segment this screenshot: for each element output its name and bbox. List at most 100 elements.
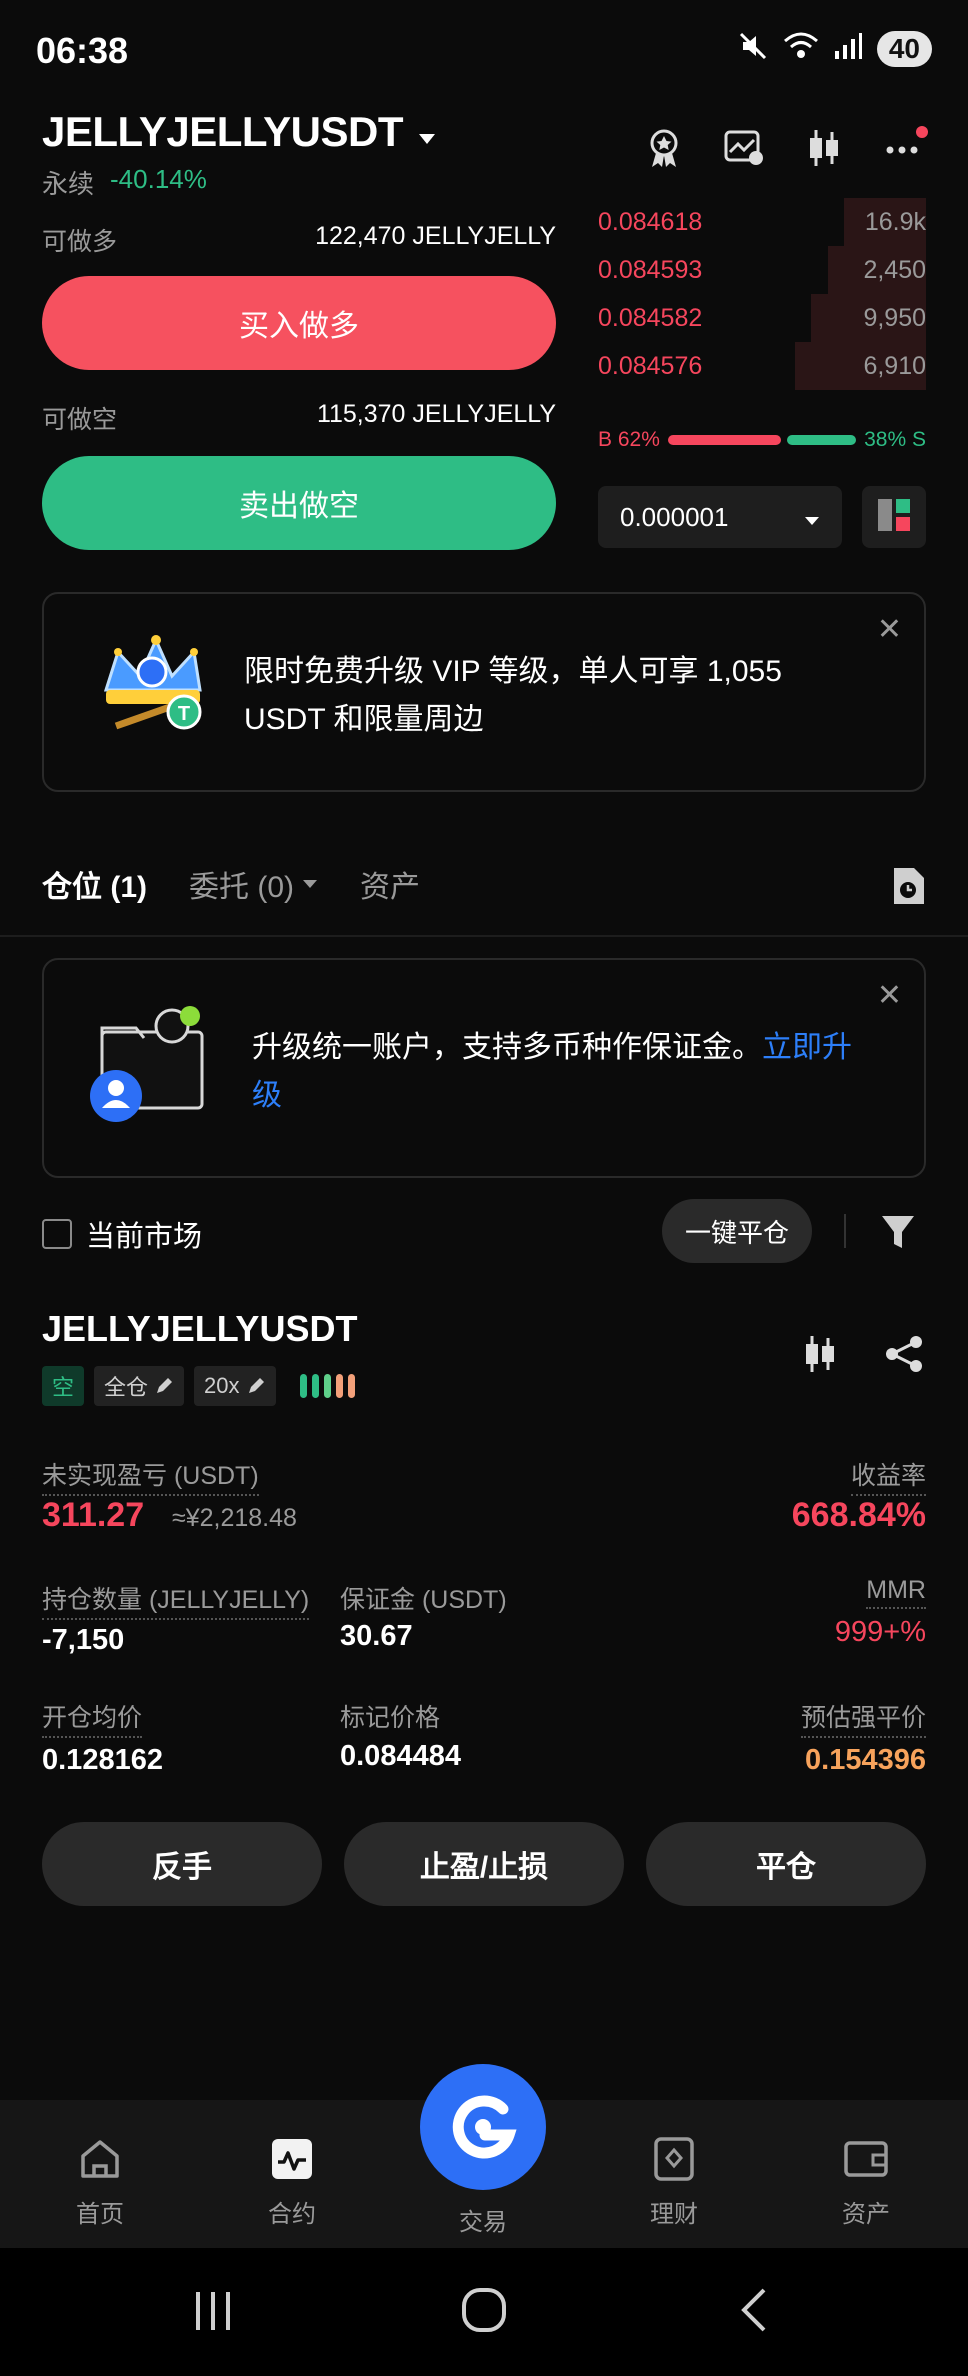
candlestick-icon[interactable] <box>798 1332 842 1376</box>
unified-account-banner[interactable]: 升级统一账户，支持多币种作保证金。立即升级 ✕ <box>42 958 926 1178</box>
mute-icon <box>737 30 769 67</box>
position-size-label: 持仓数量 (JELLYJELLY) <box>42 1580 310 1620</box>
pair-selector[interactable]: JELLYJELLYUSDT <box>42 108 437 156</box>
tp-sl-button[interactable]: 止盈/止损 <box>344 1822 624 1906</box>
share-icon[interactable] <box>882 1332 926 1376</box>
unrealized-pnl-cny: ≈¥2,218.48 <box>172 1504 297 1532</box>
position-size-value: -7,150 <box>42 1624 125 1656</box>
unrealized-pnl-label: 未实现盈亏 (USDT) <box>42 1456 259 1496</box>
futures-icon <box>272 2139 312 2179</box>
mark-price-label: 标记价格 <box>340 1704 441 1732</box>
margin-mode-label: 全仓 <box>104 1375 149 1400</box>
back-icon[interactable] <box>736 2286 772 2339</box>
wallet-icon <box>844 2141 888 2177</box>
recent-apps-icon[interactable] <box>190 2288 236 2339</box>
notification-dot <box>916 126 928 138</box>
caret-down-icon <box>804 502 820 533</box>
close-all-button[interactable]: 一键平仓 <box>662 1199 812 1263</box>
roe-label: 收益率 <box>850 1456 926 1496</box>
svg-text:T: T <box>178 703 190 725</box>
close-position-button[interactable]: 平仓 <box>646 1822 926 1906</box>
tab-orders[interactable]: 委托 (0) <box>189 862 318 906</box>
filter-icon[interactable] <box>880 1212 916 1257</box>
buy-long-button[interactable]: 买入做多 <box>42 276 556 370</box>
pair-name: JELLYJELLYUSDT <box>42 108 404 155</box>
chart-settings-icon[interactable] <box>722 126 766 170</box>
orderbook-ask-row[interactable]: 0.084576 6,910 <box>598 342 926 390</box>
unified-account-text: 升级统一账户，支持多币种作保证金。立即升级 <box>252 1024 862 1120</box>
position-tabs: 仓位 (1) 委托 (0) 资产 <box>42 862 420 906</box>
layout-icon <box>876 497 912 538</box>
ask-size: 2,450 <box>863 255 926 284</box>
vip-promo-banner[interactable]: T 限时免费升级 VIP 等级，单人可享 1,055 USDT 和限量周边 ✕ <box>42 592 926 792</box>
risk-level-bars <box>299 1374 355 1398</box>
nav-earn[interactable]: 理财 <box>614 2136 734 2229</box>
vip-promo-text: 限时免费升级 VIP 等级，单人可享 1,055 USDT 和限量周边 <box>244 655 782 736</box>
pair-subtitle: 永续 -40.14% <box>42 164 207 201</box>
trade-fab-button[interactable] <box>420 2064 546 2190</box>
battery-indicator: 40 <box>876 30 932 67</box>
position-symbol[interactable]: JELLYJELLYUSDT <box>42 1308 357 1350</box>
crown-icon: T <box>94 630 214 751</box>
reverse-button[interactable]: 反手 <box>42 1822 322 1906</box>
orderbook-ask-row[interactable]: 0.084618 16.9k <box>598 198 926 246</box>
mmr-value: 999+% <box>834 1616 926 1648</box>
home-button-icon[interactable] <box>460 2286 508 2339</box>
vip-badge-icon[interactable] <box>642 126 686 170</box>
buy-ratio-label: B 62% <box>598 428 660 451</box>
leverage-tag[interactable]: 20x <box>194 1366 276 1406</box>
sell-short-button[interactable]: 卖出做空 <box>42 456 556 550</box>
entry-price-label: 开仓均价 <box>42 1698 143 1738</box>
close-icon[interactable]: ✕ <box>877 612 902 647</box>
current-market-checkbox[interactable] <box>42 1219 72 1249</box>
nav-futures[interactable]: 合约 <box>232 2136 352 2229</box>
tab-assets[interactable]: 资产 <box>360 862 420 906</box>
system-navigation-bar <box>0 2248 968 2376</box>
ratio-track <box>667 435 857 445</box>
margin-value: 30.67 <box>340 1620 413 1652</box>
ask-price: 0.084576 <box>598 351 703 380</box>
buy-sell-ratio: B 62% 38% S <box>598 428 926 452</box>
nav-home[interactable]: 首页 <box>40 2136 160 2229</box>
chevron-down-icon <box>417 108 437 156</box>
position-tags: 空 全仓 20x <box>42 1366 355 1406</box>
ask-price: 0.084593 <box>598 255 703 284</box>
nav-assets[interactable]: 资产 <box>806 2136 926 2229</box>
long-available-label: 可做多 <box>42 228 118 256</box>
margin-mode-tag[interactable]: 全仓 <box>94 1366 185 1406</box>
tab-positions[interactable]: 仓位 (1) <box>42 862 147 906</box>
nav-earn-label: 理财 <box>650 2201 698 2228</box>
short-available-label: 可做空 <box>42 406 118 434</box>
ask-price: 0.084618 <box>598 207 703 236</box>
nav-trade-label[interactable]: 交易 <box>420 2202 546 2237</box>
liquidation-price-label: 预估强平价 <box>800 1698 926 1738</box>
ask-size: 6,910 <box>863 351 926 380</box>
candlestick-icon[interactable] <box>802 126 846 170</box>
history-icon[interactable] <box>890 866 926 911</box>
price-step-select[interactable]: 0.000001 <box>598 486 842 548</box>
nav-assets-label: 资产 <box>842 2201 890 2228</box>
tab-divider <box>0 935 968 937</box>
price-step-value: 0.000001 <box>620 501 729 532</box>
current-market-filter[interactable]: 当前市场 <box>42 1213 202 1255</box>
ask-price: 0.084582 <box>598 303 703 332</box>
orderbook-ask-row[interactable]: 0.084593 2,450 <box>598 246 926 294</box>
side-badge: 空 <box>42 1366 85 1406</box>
folder-user-icon <box>90 1004 210 1129</box>
nav-futures-label: 合约 <box>268 2201 316 2228</box>
earn-icon <box>654 2137 694 2181</box>
ratio-bar-sell <box>786 435 857 445</box>
ratio-bar-buy <box>667 435 781 445</box>
trade-logo-icon <box>452 2095 517 2159</box>
orderbook-ask-row[interactable]: 0.084582 9,950 <box>598 294 926 342</box>
entry-price-value: 0.128162 <box>42 1744 163 1776</box>
mmr-label: MMR <box>866 1576 926 1609</box>
sell-ratio-label: 38% S <box>864 428 926 451</box>
mark-price-value: 0.084484 <box>340 1740 461 1772</box>
orderbook-layout-button[interactable] <box>862 486 926 548</box>
more-icon[interactable] <box>882 126 928 170</box>
home-icon <box>81 2140 119 2178</box>
header-actions <box>642 126 928 170</box>
close-icon[interactable]: ✕ <box>877 978 902 1013</box>
ask-size: 16.9k <box>864 207 926 236</box>
